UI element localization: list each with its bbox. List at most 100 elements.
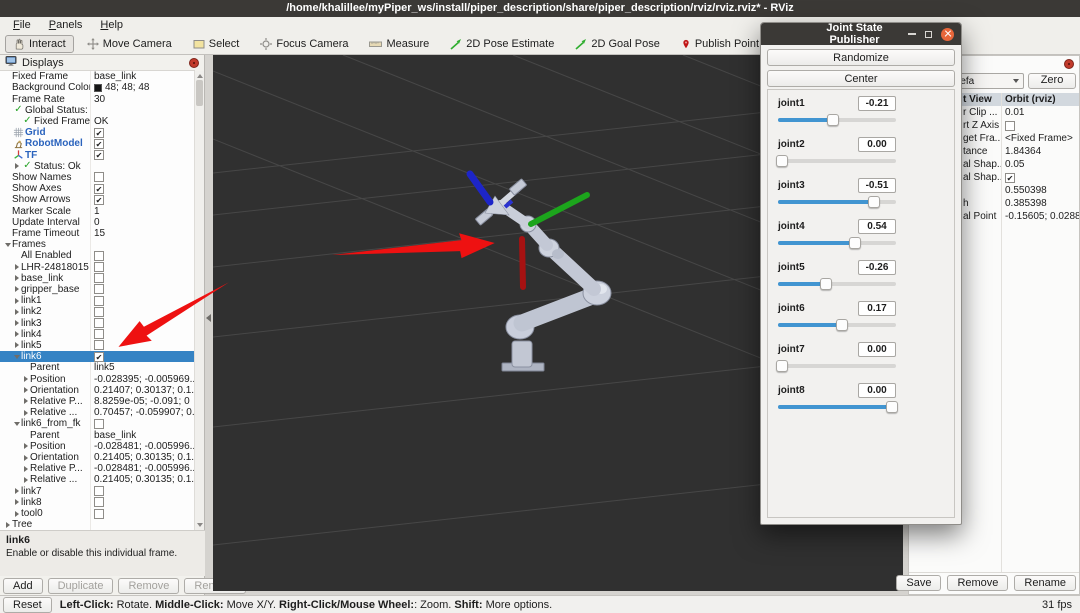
dialog-title-bar[interactable]: Joint State Publisher — [761, 23, 961, 45]
joint-value-input[interactable]: -0.51 — [858, 178, 896, 193]
tree-row-fixed-frame[interactable]: ✓Fixed FrameOK — [0, 116, 195, 127]
close-icon[interactable] — [941, 28, 954, 41]
joint-value-input[interactable]: 0.00 — [858, 342, 896, 357]
joint-slider-joint2[interactable] — [778, 155, 896, 167]
tree-row-link1[interactable]: link1 — [0, 295, 195, 306]
slider-track[interactable] — [778, 159, 896, 163]
tree-row-link2[interactable]: link2 — [0, 306, 195, 317]
collapse-icon[interactable] — [3, 243, 12, 247]
checkbox-unchecked[interactable] — [94, 509, 104, 519]
tool-select[interactable]: Select — [185, 35, 248, 53]
tree-row-all-enabled[interactable]: All Enabled — [0, 250, 195, 261]
checkbox-unchecked[interactable] — [94, 307, 104, 317]
tree-row-position[interactable]: Position-0.028395; -0.005969... — [0, 373, 195, 384]
slider-handle[interactable] — [776, 155, 788, 167]
tree-row-status-ok[interactable]: ✓Status: Ok — [0, 161, 195, 172]
checkbox-unchecked[interactable] — [94, 419, 104, 429]
tree-row-link7[interactable]: link7 — [0, 486, 195, 497]
slider-track[interactable] — [778, 364, 896, 368]
close-icon[interactable] — [1064, 59, 1074, 69]
expand-icon[interactable] — [21, 443, 30, 449]
checkbox-unchecked[interactable] — [94, 251, 104, 261]
checkbox-unchecked[interactable] — [94, 318, 104, 328]
joint-value-input[interactable]: 0.54 — [858, 219, 896, 234]
remove-button[interactable]: Remove — [947, 575, 1008, 591]
joint-slider-joint8[interactable] — [778, 401, 896, 413]
tree-row-parent[interactable]: Parentbase_link — [0, 430, 195, 441]
slider-handle[interactable] — [849, 237, 861, 249]
slider-handle[interactable] — [886, 401, 898, 413]
expand-icon[interactable] — [21, 410, 30, 416]
checkbox-checked[interactable] — [1005, 173, 1015, 183]
tree-row-relative-p[interactable]: Relative P...-0.028481; -0.005996... — [0, 463, 195, 474]
tree-row-fixed-frame[interactable]: Fixed Framebase_link — [0, 71, 195, 82]
tree-row-orientation[interactable]: Orientation0.21405; 0.30135; 0.1... — [0, 452, 195, 463]
collapse-icon[interactable] — [12, 355, 21, 359]
joint-slider-joint7[interactable] — [778, 360, 896, 372]
expand-icon[interactable] — [21, 398, 30, 404]
expand-icon[interactable] — [12, 286, 21, 292]
tree-row-relative-p[interactable]: Relative P...8.8259e-05; -0.091; 0 — [0, 396, 195, 407]
expand-icon[interactable] — [21, 376, 30, 382]
checkbox-unchecked[interactable] — [94, 273, 104, 283]
slider-handle[interactable] — [776, 360, 788, 372]
checkbox-checked[interactable] — [94, 184, 104, 194]
tree-row-link6-from-fk[interactable]: link6_from_fk — [0, 418, 195, 429]
joint-value-input[interactable]: 0.00 — [858, 137, 896, 152]
expand-icon[interactable] — [12, 331, 21, 337]
joint-slider-joint4[interactable] — [778, 237, 896, 249]
tool-measure[interactable]: Measure — [361, 35, 437, 53]
tree-row-link4[interactable]: link4 — [0, 329, 195, 340]
rename-button[interactable]: Rename — [1014, 575, 1076, 591]
checkbox-checked[interactable] — [94, 139, 104, 149]
checkbox-unchecked[interactable] — [94, 340, 104, 350]
checkbox-unchecked[interactable] — [1005, 121, 1015, 131]
tree-row-link3[interactable]: link3 — [0, 317, 195, 328]
checkbox-unchecked[interactable] — [94, 172, 104, 182]
tree-row-position[interactable]: Position-0.028481; -0.005996... — [0, 441, 195, 452]
expand-icon[interactable] — [12, 488, 21, 494]
zero-button[interactable]: Zero — [1028, 73, 1076, 89]
expand-icon[interactable] — [12, 342, 21, 348]
expand-icon[interactable] — [21, 477, 30, 483]
tool-move-camera[interactable]: Move Camera — [79, 35, 180, 53]
minimize-icon[interactable] — [908, 33, 916, 35]
checkbox-checked[interactable] — [94, 128, 104, 138]
menu-help[interactable]: Help — [91, 17, 132, 33]
tree-scrollbar[interactable] — [194, 71, 204, 530]
tool-2d-goal-pose[interactable]: 2D Goal Pose — [567, 35, 667, 53]
expand-icon[interactable] — [21, 466, 30, 472]
tool-focus-camera[interactable]: Focus Camera — [252, 35, 356, 53]
expand-icon[interactable] — [21, 455, 30, 461]
slider-handle[interactable] — [827, 114, 839, 126]
checkbox-unchecked[interactable] — [94, 486, 104, 496]
tree-row-link6[interactable]: link6 — [0, 351, 195, 362]
joint-value-input[interactable]: -0.21 — [858, 96, 896, 111]
menu-panels[interactable]: Panels — [40, 17, 92, 33]
reset-button[interactable]: Reset — [3, 597, 52, 613]
tree-row-tool0[interactable]: tool0 — [0, 508, 195, 519]
tool-interact[interactable]: Interact — [5, 35, 74, 53]
joint-slider-joint6[interactable] — [778, 319, 896, 331]
tree-row-base-link[interactable]: base_link — [0, 273, 195, 284]
tree-row-show-arrows[interactable]: Show Arrows — [0, 194, 195, 205]
tree-row-lhr-24818015[interactable]: LHR-24818015 — [0, 261, 195, 272]
expand-icon[interactable] — [21, 387, 30, 393]
close-icon[interactable] — [189, 58, 199, 68]
expand-icon[interactable] — [12, 511, 21, 517]
tree-row-background-color[interactable]: Background Color48; 48; 48 — [0, 82, 195, 93]
checkbox-checked[interactable] — [94, 195, 104, 205]
tree-row-orientation[interactable]: Orientation0.21407; 0.30137; 0.1... — [0, 385, 195, 396]
scroll-up-icon[interactable] — [197, 74, 203, 78]
tool-publish-point[interactable]: Publish Point — [673, 35, 767, 53]
tree-row-tree[interactable]: Tree — [0, 519, 195, 530]
tree-row-link8[interactable]: link8 — [0, 497, 195, 508]
slider-handle[interactable] — [820, 278, 832, 290]
panel-collapse-handle[interactable] — [206, 314, 211, 322]
tree-row-relative[interactable]: Relative ...0.70457; -0.059907; 0... — [0, 407, 195, 418]
tree-row-parent[interactable]: Parentlink5 — [0, 362, 195, 373]
checkbox-unchecked[interactable] — [94, 329, 104, 339]
randomize-button[interactable]: Randomize — [767, 49, 955, 66]
menu-file[interactable]: File — [4, 17, 40, 33]
expand-icon[interactable] — [12, 499, 21, 505]
